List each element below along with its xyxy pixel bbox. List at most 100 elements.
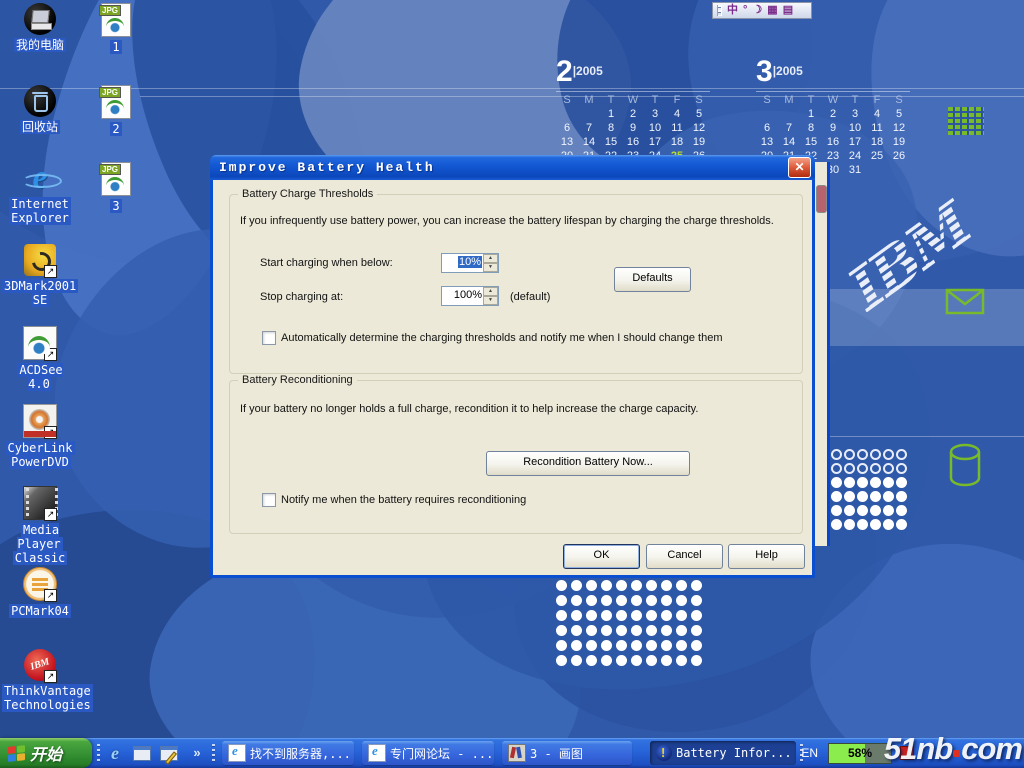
dot	[571, 655, 582, 666]
calendar-date: 13	[556, 136, 578, 150]
dot	[883, 477, 894, 488]
calendar-date	[778, 108, 800, 122]
calendar-year: |2005	[573, 64, 603, 78]
dot	[831, 505, 842, 516]
dot	[586, 625, 597, 636]
quick-launch-overflow-chevron[interactable]: »	[186, 742, 208, 764]
task-battery-information[interactable]: Battery Infor...	[650, 741, 796, 765]
defaults-button[interactable]: Defaults	[614, 267, 691, 292]
task-ie-forum[interactable]: 专门网论坛 - ...	[362, 741, 494, 765]
dot	[556, 580, 567, 591]
media-player-classic[interactable]: ↗Media PlayerClassic	[2, 486, 78, 565]
dot	[616, 655, 627, 666]
language-bar[interactable]: 中 ° ☽ ▦ ▤	[712, 2, 812, 19]
quick-launch-show-desktop-icon[interactable]	[158, 742, 180, 764]
acdsee-4-0[interactable]: ↗ACDSee 4.0	[2, 326, 78, 391]
spin-up-icon[interactable]: ▲	[483, 287, 498, 296]
start-button[interactable]: 开始	[0, 738, 92, 768]
dot	[676, 610, 687, 621]
spin-up-icon[interactable]: ▲	[483, 254, 498, 263]
jpg-file-2[interactable]: JPG2	[78, 85, 154, 136]
ime-pad-icon[interactable]: ▤	[783, 5, 793, 16]
dots-pattern-right	[818, 449, 906, 530]
help-button[interactable]: Help	[728, 544, 805, 569]
recycle-bin[interactable]: 回收站	[2, 85, 78, 134]
dot	[896, 477, 907, 488]
ime-moon-icon[interactable]: ☽	[752, 5, 762, 16]
spin-down-icon[interactable]: ▼	[483, 296, 498, 305]
pcmark04[interactable]: ↗PCMark04	[2, 567, 78, 618]
ime-language-icon[interactable]: 中	[727, 5, 738, 16]
stop-charging-spinner[interactable]: 100% ▲ ▼	[441, 286, 499, 306]
language-bar-grip[interactable]	[717, 5, 722, 16]
recycle-bin-icon	[24, 85, 56, 117]
stop-charging-value[interactable]: 100%	[454, 289, 482, 301]
dot	[896, 491, 907, 502]
dot	[616, 580, 627, 591]
ime-width-mode-icon[interactable]: °	[743, 5, 747, 16]
dot	[883, 463, 894, 474]
calendar-date: 1	[600, 108, 622, 122]
jpg-file-3[interactable]: JPG3	[78, 162, 154, 213]
cyberlink-powerdvd[interactable]: ↗CyberLinkPowerDVD	[2, 404, 78, 469]
battery-meter[interactable]: 58%	[828, 743, 892, 764]
notify-reconditioning-checkbox[interactable]	[262, 493, 276, 507]
calendar-date: 10	[844, 122, 866, 136]
calendar-date	[756, 108, 778, 122]
language-indicator[interactable]: EN	[801, 746, 818, 760]
spin-down-icon[interactable]: ▼	[483, 263, 498, 272]
soft-keyboard-icon[interactable]: ▦	[767, 5, 777, 16]
calendar-date: 9	[822, 122, 844, 136]
dot	[844, 477, 855, 488]
dot	[556, 610, 567, 621]
recondition-battery-button[interactable]: Recondition Battery Now...	[486, 451, 690, 476]
group1-description: If you infrequently use battery power, y…	[240, 215, 795, 227]
task-paint[interactable]: 3 - 画图	[502, 741, 632, 765]
dot	[870, 505, 881, 516]
default-note: (default)	[510, 291, 550, 303]
ok-button[interactable]: OK	[563, 544, 640, 569]
my-computer[interactable]: 我的电脑	[2, 3, 78, 52]
taskband-grip[interactable]	[212, 744, 215, 762]
dialog-titlebar[interactable]: Improve Battery Health ✕	[210, 155, 815, 180]
dot	[631, 655, 642, 666]
cancel-button[interactable]: Cancel	[646, 544, 723, 569]
group2-title: Battery Reconditioning	[238, 374, 357, 386]
calendar-day-header: S	[756, 94, 778, 108]
dot	[646, 625, 657, 636]
notify-reconditioning-checkbox-label[interactable]: Notify me when the battery requires reco…	[281, 494, 701, 506]
ti-ie-page	[228, 744, 246, 762]
thinkvantage-technologies[interactable]: IBM↗ThinkVantageTechnologies	[2, 649, 78, 712]
3dmark2001-se[interactable]: ↗3DMark2001SE	[2, 244, 78, 307]
dot	[831, 519, 842, 530]
calendar-date: 12	[888, 122, 910, 136]
shortcut-arrow-icon: ↗	[44, 508, 57, 521]
thinkvantage-technologies-icon: IBM↗	[24, 649, 56, 681]
internet-explorer[interactable]: eInternetExplorer	[2, 162, 78, 225]
task-ie-server-not-found[interactable]: 找不到服务器,...	[222, 741, 354, 765]
ti-paint	[508, 744, 526, 762]
auto-thresholds-checkbox-label[interactable]: Automatically determine the charging thr…	[281, 332, 791, 344]
pcmark04-label: PCMark04	[2, 604, 78, 618]
calendar-date: 4	[866, 108, 888, 122]
quick-launch-ie-icon[interactable]: e	[104, 742, 126, 764]
quick-launch-grip[interactable]	[97, 744, 100, 762]
auto-thresholds-checkbox[interactable]	[262, 331, 276, 345]
quick-launch-mail-icon[interactable]	[131, 742, 153, 764]
internet-explorer-icon: e	[24, 162, 56, 194]
dot	[601, 595, 612, 606]
close-icon[interactable]: ✕	[788, 157, 811, 178]
51nb-watermark: 51nbcom	[884, 731, 1022, 767]
task-battery-information-label: Battery Infor...	[676, 746, 792, 760]
calendar-date: 19	[688, 136, 710, 150]
calendar-day-header: T	[600, 94, 622, 108]
dot	[586, 595, 597, 606]
start-charging-spinner[interactable]: 10% ▲ ▼	[441, 253, 499, 273]
dot	[586, 580, 597, 591]
calendar-month-number: 2	[556, 55, 573, 88]
battery-information-window-edge[interactable]	[813, 162, 830, 546]
start-charging-value[interactable]: 10%	[458, 256, 482, 268]
group2-description: If your battery no longer holds a full c…	[240, 403, 795, 415]
jpg-file-1[interactable]: JPG1	[78, 3, 154, 54]
dot	[857, 449, 868, 460]
